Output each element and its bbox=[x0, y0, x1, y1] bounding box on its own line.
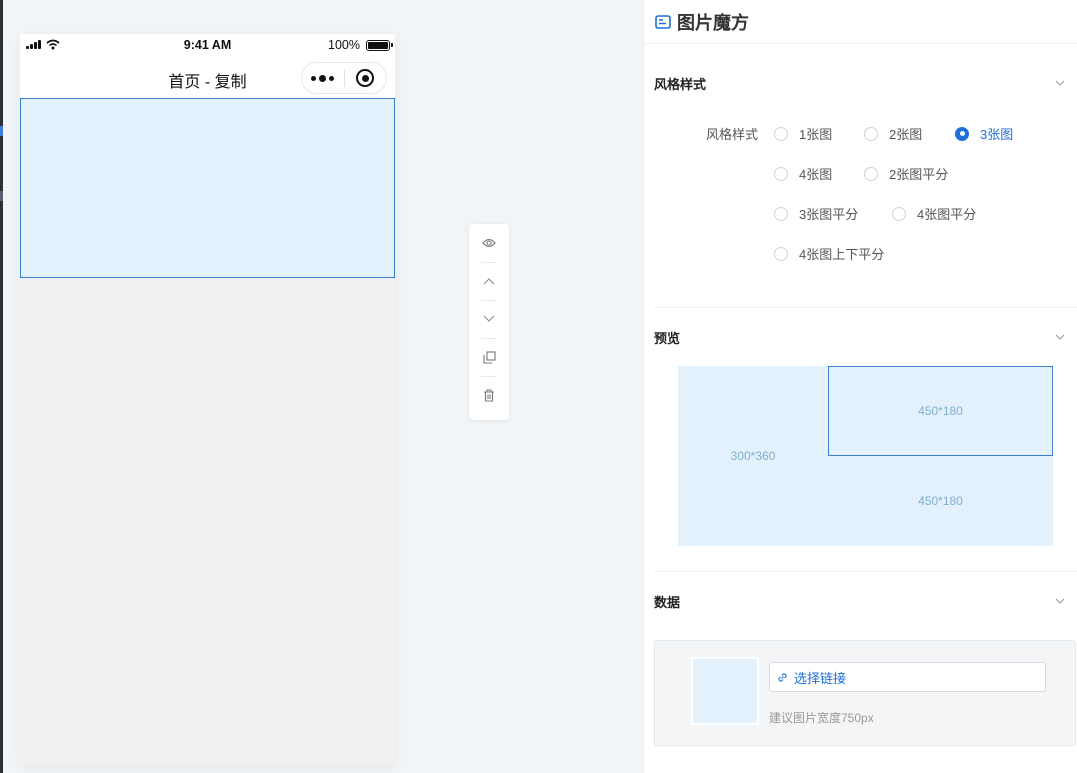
style-option-4-vertical-even[interactable]: 4张图上下平分 bbox=[774, 244, 884, 263]
chevron-down-icon bbox=[1055, 334, 1065, 340]
close-target-icon[interactable] bbox=[345, 69, 387, 87]
radio-icon bbox=[774, 166, 788, 181]
style-option-3-even[interactable]: 3张图平分 bbox=[774, 204, 858, 223]
panel-header: 图片魔方 bbox=[644, 0, 1077, 44]
chevron-down-icon bbox=[1055, 80, 1065, 86]
image-magic-block[interactable] bbox=[20, 98, 395, 278]
component-toolbar bbox=[469, 224, 509, 420]
radio-checked-icon bbox=[955, 126, 969, 141]
style-option-3[interactable]: 3张图 bbox=[955, 124, 1013, 143]
style-option-2[interactable]: 2张图 bbox=[864, 124, 922, 143]
settings-panel: 图片魔方 风格样式 风格样式 1张图 2张图 3张图 4张图 2张图平分 3张图… bbox=[643, 0, 1077, 773]
image-data-item: 选择链接 建议图片宽度750px bbox=[654, 640, 1076, 746]
section-divider bbox=[654, 307, 1077, 308]
style-option-1[interactable]: 1张图 bbox=[774, 124, 832, 143]
copy-icon[interactable] bbox=[469, 338, 509, 376]
chevron-down-icon bbox=[1055, 598, 1065, 604]
panel-title: 图片魔方 bbox=[677, 12, 749, 33]
preview-section-header[interactable]: 预览 bbox=[654, 327, 1065, 347]
nav-bar: 首页 - 复制 bbox=[20, 56, 395, 98]
preview-cell-left[interactable]: 300*360 bbox=[678, 366, 828, 546]
preview-section-title: 预览 bbox=[654, 330, 681, 346]
radio-icon bbox=[774, 206, 788, 221]
chevron-up-icon[interactable] bbox=[469, 262, 509, 300]
select-link-label: 选择链接 bbox=[794, 670, 847, 686]
image-width-hint: 建议图片宽度750px bbox=[769, 711, 874, 725]
data-section-header[interactable]: 数据 bbox=[654, 591, 1065, 611]
battery-percent: 100% bbox=[328, 38, 360, 52]
style-option-4[interactable]: 4张图 bbox=[774, 164, 832, 183]
sidebar-edge bbox=[0, 0, 3, 773]
style-option-4-even[interactable]: 4张图平分 bbox=[892, 204, 976, 223]
radio-icon bbox=[774, 126, 788, 141]
trash-icon[interactable] bbox=[469, 376, 509, 414]
image-upload-thumbnail[interactable] bbox=[691, 657, 759, 725]
style-section-header[interactable]: 风格样式 bbox=[654, 73, 1065, 93]
radio-icon bbox=[774, 246, 788, 261]
radio-icon bbox=[892, 206, 906, 221]
radio-icon bbox=[864, 126, 878, 141]
battery-icon bbox=[366, 40, 393, 51]
style-section-title: 风格样式 bbox=[654, 76, 707, 92]
data-section-title: 数据 bbox=[654, 594, 681, 610]
mini-program-capsule bbox=[301, 62, 387, 94]
link-icon bbox=[777, 672, 788, 683]
style-option-2-even[interactable]: 2张图平分 bbox=[864, 164, 948, 183]
sidebar-edge-marker bbox=[0, 191, 3, 201]
status-bar: 9:41 AM 100% bbox=[20, 34, 395, 56]
more-icon[interactable] bbox=[302, 74, 344, 82]
eye-icon[interactable] bbox=[469, 224, 509, 262]
chevron-down-icon[interactable] bbox=[469, 300, 509, 338]
layout-preview: 300*360 450*180 450*180 bbox=[678, 366, 1053, 546]
preview-cell-top-right[interactable]: 450*180 bbox=[828, 366, 1053, 456]
phone-preview: 9:41 AM 100% 首页 - 复制 bbox=[20, 34, 395, 766]
image-magic-icon bbox=[655, 14, 671, 29]
radio-icon bbox=[864, 166, 878, 181]
sidebar-edge-marker bbox=[0, 126, 3, 136]
preview-cell-bottom-right[interactable]: 450*180 bbox=[828, 456, 1053, 546]
select-link-button[interactable]: 选择链接 bbox=[769, 662, 1046, 692]
style-label: 风格样式 bbox=[706, 127, 759, 142]
section-divider bbox=[654, 571, 1077, 572]
